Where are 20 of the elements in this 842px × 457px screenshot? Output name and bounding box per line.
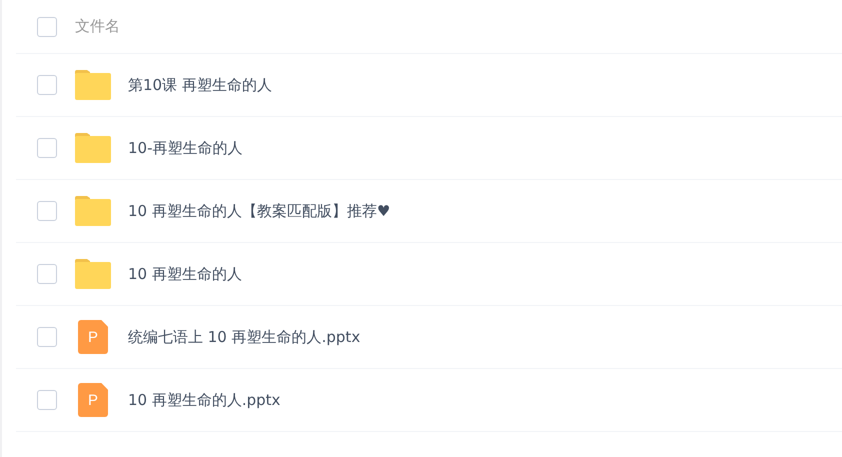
folder-icon bbox=[75, 196, 111, 226]
row-checkbox[interactable] bbox=[37, 75, 57, 95]
file-name[interactable]: 第10课 再塑生命的人 bbox=[128, 76, 272, 94]
presentation-file-icon: P bbox=[78, 320, 108, 354]
select-all-checkbox[interactable] bbox=[37, 16, 57, 36]
file-name[interactable]: 10 再塑生命的人 bbox=[128, 264, 242, 284]
column-header: 文件名 bbox=[75, 17, 120, 36]
file-name[interactable]: 10-再塑生命的人 bbox=[128, 138, 242, 158]
row-checkbox[interactable] bbox=[37, 138, 57, 158]
presentation-file-icon: P bbox=[78, 383, 108, 417]
row-checkbox[interactable] bbox=[37, 264, 57, 284]
folder-icon bbox=[75, 133, 111, 163]
file-name[interactable]: 统编七语上 10 再塑生命的人.pptx bbox=[128, 328, 360, 346]
file-name[interactable]: 10 再塑生命的人.pptx bbox=[128, 390, 280, 410]
row-checkbox[interactable] bbox=[37, 390, 57, 410]
folder-icon bbox=[75, 259, 111, 289]
row-checkbox[interactable] bbox=[37, 327, 57, 347]
row-checkbox[interactable] bbox=[37, 201, 57, 221]
folder-icon bbox=[75, 70, 111, 100]
file-name[interactable]: 10 再塑生命的人【教案匹配版】推荐♥ bbox=[128, 202, 390, 220]
